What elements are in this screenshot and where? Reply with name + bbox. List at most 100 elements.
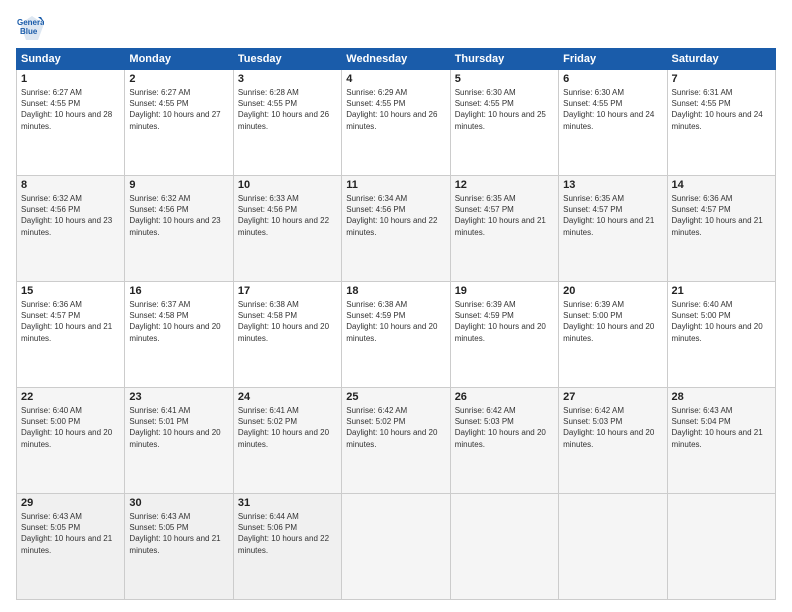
day-number: 7 — [672, 73, 771, 85]
day-info: Sunrise: 6:40 AM Sunset: 5:00 PM Dayligh… — [21, 405, 120, 450]
weekday-saturday: Saturday — [667, 49, 775, 70]
day-info: Sunrise: 6:39 AM Sunset: 4:59 PM Dayligh… — [455, 299, 554, 344]
logo: General Blue — [16, 12, 48, 40]
day-info: Sunrise: 6:36 AM Sunset: 4:57 PM Dayligh… — [21, 299, 120, 344]
day-number: 16 — [129, 285, 228, 297]
calendar-cell: 15 Sunrise: 6:36 AM Sunset: 4:57 PM Dayl… — [17, 282, 125, 388]
week-row-5: 29 Sunrise: 6:43 AM Sunset: 5:05 PM Dayl… — [17, 494, 776, 600]
calendar-cell: 10 Sunrise: 6:33 AM Sunset: 4:56 PM Dayl… — [233, 176, 341, 282]
day-info: Sunrise: 6:31 AM Sunset: 4:55 PM Dayligh… — [672, 87, 771, 132]
weekday-wednesday: Wednesday — [342, 49, 450, 70]
day-info: Sunrise: 6:32 AM Sunset: 4:56 PM Dayligh… — [129, 193, 228, 238]
weekday-tuesday: Tuesday — [233, 49, 341, 70]
day-info: Sunrise: 6:43 AM Sunset: 5:05 PM Dayligh… — [21, 511, 120, 556]
day-number: 3 — [238, 73, 337, 85]
day-number: 14 — [672, 179, 771, 191]
calendar-cell — [450, 494, 558, 600]
calendar-table: SundayMondayTuesdayWednesdayThursdayFrid… — [16, 48, 776, 600]
day-number: 9 — [129, 179, 228, 191]
day-info: Sunrise: 6:29 AM Sunset: 4:55 PM Dayligh… — [346, 87, 445, 132]
day-number: 18 — [346, 285, 445, 297]
calendar-cell: 1 Sunrise: 6:27 AM Sunset: 4:55 PM Dayli… — [17, 70, 125, 176]
day-info: Sunrise: 6:38 AM Sunset: 4:59 PM Dayligh… — [346, 299, 445, 344]
calendar-cell: 23 Sunrise: 6:41 AM Sunset: 5:01 PM Dayl… — [125, 388, 233, 494]
day-number: 1 — [21, 73, 120, 85]
day-info: Sunrise: 6:41 AM Sunset: 5:02 PM Dayligh… — [238, 405, 337, 450]
calendar-cell: 28 Sunrise: 6:43 AM Sunset: 5:04 PM Dayl… — [667, 388, 775, 494]
day-number: 29 — [21, 497, 120, 509]
week-row-2: 8 Sunrise: 6:32 AM Sunset: 4:56 PM Dayli… — [17, 176, 776, 282]
day-number: 17 — [238, 285, 337, 297]
calendar-cell: 18 Sunrise: 6:38 AM Sunset: 4:59 PM Dayl… — [342, 282, 450, 388]
svg-text:General: General — [17, 18, 44, 27]
day-number: 25 — [346, 391, 445, 403]
calendar-cell: 2 Sunrise: 6:27 AM Sunset: 4:55 PM Dayli… — [125, 70, 233, 176]
day-info: Sunrise: 6:42 AM Sunset: 5:03 PM Dayligh… — [563, 405, 662, 450]
day-number: 19 — [455, 285, 554, 297]
weekday-header-row: SundayMondayTuesdayWednesdayThursdayFrid… — [17, 49, 776, 70]
weekday-monday: Monday — [125, 49, 233, 70]
calendar-cell: 12 Sunrise: 6:35 AM Sunset: 4:57 PM Dayl… — [450, 176, 558, 282]
day-info: Sunrise: 6:40 AM Sunset: 5:00 PM Dayligh… — [672, 299, 771, 344]
day-number: 27 — [563, 391, 662, 403]
weekday-sunday: Sunday — [17, 49, 125, 70]
day-info: Sunrise: 6:27 AM Sunset: 4:55 PM Dayligh… — [129, 87, 228, 132]
day-number: 24 — [238, 391, 337, 403]
calendar-cell: 5 Sunrise: 6:30 AM Sunset: 4:55 PM Dayli… — [450, 70, 558, 176]
day-number: 5 — [455, 73, 554, 85]
calendar-cell: 29 Sunrise: 6:43 AM Sunset: 5:05 PM Dayl… — [17, 494, 125, 600]
day-number: 12 — [455, 179, 554, 191]
day-number: 31 — [238, 497, 337, 509]
calendar-cell: 24 Sunrise: 6:41 AM Sunset: 5:02 PM Dayl… — [233, 388, 341, 494]
weekday-friday: Friday — [559, 49, 667, 70]
calendar-cell: 20 Sunrise: 6:39 AM Sunset: 5:00 PM Dayl… — [559, 282, 667, 388]
calendar-cell: 14 Sunrise: 6:36 AM Sunset: 4:57 PM Dayl… — [667, 176, 775, 282]
day-info: Sunrise: 6:27 AM Sunset: 4:55 PM Dayligh… — [21, 87, 120, 132]
calendar-cell: 3 Sunrise: 6:28 AM Sunset: 4:55 PM Dayli… — [233, 70, 341, 176]
day-info: Sunrise: 6:42 AM Sunset: 5:03 PM Dayligh… — [455, 405, 554, 450]
day-number: 28 — [672, 391, 771, 403]
logo-icon: General Blue — [16, 12, 44, 40]
day-number: 2 — [129, 73, 228, 85]
day-info: Sunrise: 6:34 AM Sunset: 4:56 PM Dayligh… — [346, 193, 445, 238]
day-number: 20 — [563, 285, 662, 297]
day-info: Sunrise: 6:44 AM Sunset: 5:06 PM Dayligh… — [238, 511, 337, 556]
calendar-cell — [342, 494, 450, 600]
calendar-cell — [559, 494, 667, 600]
calendar-cell: 19 Sunrise: 6:39 AM Sunset: 4:59 PM Dayl… — [450, 282, 558, 388]
calendar-cell: 8 Sunrise: 6:32 AM Sunset: 4:56 PM Dayli… — [17, 176, 125, 282]
day-number: 6 — [563, 73, 662, 85]
day-info: Sunrise: 6:30 AM Sunset: 4:55 PM Dayligh… — [455, 87, 554, 132]
calendar-cell: 4 Sunrise: 6:29 AM Sunset: 4:55 PM Dayli… — [342, 70, 450, 176]
week-row-4: 22 Sunrise: 6:40 AM Sunset: 5:00 PM Dayl… — [17, 388, 776, 494]
day-number: 4 — [346, 73, 445, 85]
calendar-cell: 22 Sunrise: 6:40 AM Sunset: 5:00 PM Dayl… — [17, 388, 125, 494]
day-info: Sunrise: 6:32 AM Sunset: 4:56 PM Dayligh… — [21, 193, 120, 238]
day-info: Sunrise: 6:35 AM Sunset: 4:57 PM Dayligh… — [563, 193, 662, 238]
page: General Blue SundayMondayTuesdayWednesda… — [0, 0, 792, 612]
weekday-thursday: Thursday — [450, 49, 558, 70]
svg-text:Blue: Blue — [20, 27, 38, 36]
day-number: 30 — [129, 497, 228, 509]
calendar-cell: 6 Sunrise: 6:30 AM Sunset: 4:55 PM Dayli… — [559, 70, 667, 176]
day-info: Sunrise: 6:42 AM Sunset: 5:02 PM Dayligh… — [346, 405, 445, 450]
calendar-cell: 31 Sunrise: 6:44 AM Sunset: 5:06 PM Dayl… — [233, 494, 341, 600]
day-number: 22 — [21, 391, 120, 403]
calendar-cell: 17 Sunrise: 6:38 AM Sunset: 4:58 PM Dayl… — [233, 282, 341, 388]
week-row-1: 1 Sunrise: 6:27 AM Sunset: 4:55 PM Dayli… — [17, 70, 776, 176]
day-info: Sunrise: 6:43 AM Sunset: 5:04 PM Dayligh… — [672, 405, 771, 450]
calendar-cell: 21 Sunrise: 6:40 AM Sunset: 5:00 PM Dayl… — [667, 282, 775, 388]
day-info: Sunrise: 6:36 AM Sunset: 4:57 PM Dayligh… — [672, 193, 771, 238]
calendar-cell: 16 Sunrise: 6:37 AM Sunset: 4:58 PM Dayl… — [125, 282, 233, 388]
calendar-cell: 11 Sunrise: 6:34 AM Sunset: 4:56 PM Dayl… — [342, 176, 450, 282]
day-info: Sunrise: 6:43 AM Sunset: 5:05 PM Dayligh… — [129, 511, 228, 556]
day-info: Sunrise: 6:33 AM Sunset: 4:56 PM Dayligh… — [238, 193, 337, 238]
calendar-cell: 26 Sunrise: 6:42 AM Sunset: 5:03 PM Dayl… — [450, 388, 558, 494]
day-number: 23 — [129, 391, 228, 403]
day-info: Sunrise: 6:38 AM Sunset: 4:58 PM Dayligh… — [238, 299, 337, 344]
day-info: Sunrise: 6:37 AM Sunset: 4:58 PM Dayligh… — [129, 299, 228, 344]
day-number: 15 — [21, 285, 120, 297]
day-info: Sunrise: 6:30 AM Sunset: 4:55 PM Dayligh… — [563, 87, 662, 132]
calendar-cell: 7 Sunrise: 6:31 AM Sunset: 4:55 PM Dayli… — [667, 70, 775, 176]
day-info: Sunrise: 6:41 AM Sunset: 5:01 PM Dayligh… — [129, 405, 228, 450]
